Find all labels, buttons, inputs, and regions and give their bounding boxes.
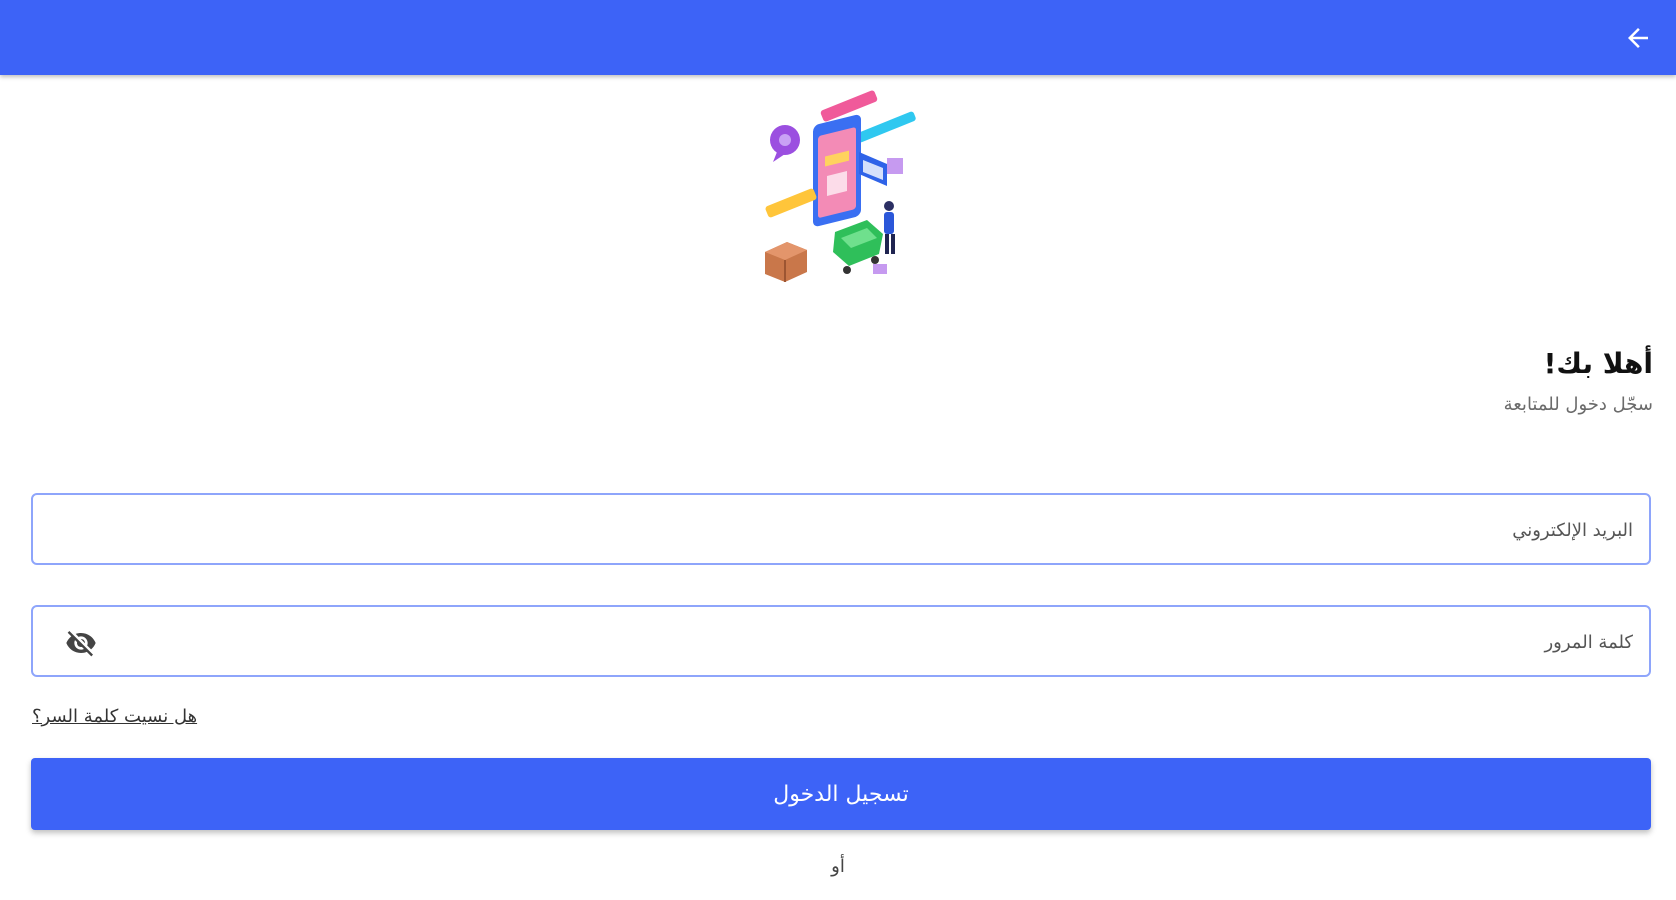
password-input[interactable] — [123, 607, 1635, 677]
eye-off-icon — [66, 631, 96, 657]
password-visibility-toggle[interactable] — [63, 625, 99, 661]
welcome-title: أهلا بك! — [1543, 347, 1653, 380]
password-field[interactable] — [31, 605, 1651, 677]
welcome-subtitle: سجّل دخول للمتابعة — [1503, 394, 1653, 415]
app-bar — [0, 0, 1676, 75]
or-divider-text: أو — [831, 856, 845, 877]
login-button[interactable]: تسجيل الدخول — [31, 758, 1651, 830]
email-input[interactable] — [123, 495, 1635, 565]
shopping-illustration — [765, 90, 916, 282]
forgot-password-link[interactable]: هل نسيت كلمة السر؟ — [32, 706, 197, 727]
hero-illustration — [755, 82, 945, 304]
welcome-section: أهلا بك! سجّل دخول للمتابعة — [1504, 350, 1653, 414]
arrow-back-icon — [1628, 28, 1648, 48]
back-button[interactable] — [1618, 18, 1658, 58]
email-field[interactable] — [31, 493, 1651, 565]
